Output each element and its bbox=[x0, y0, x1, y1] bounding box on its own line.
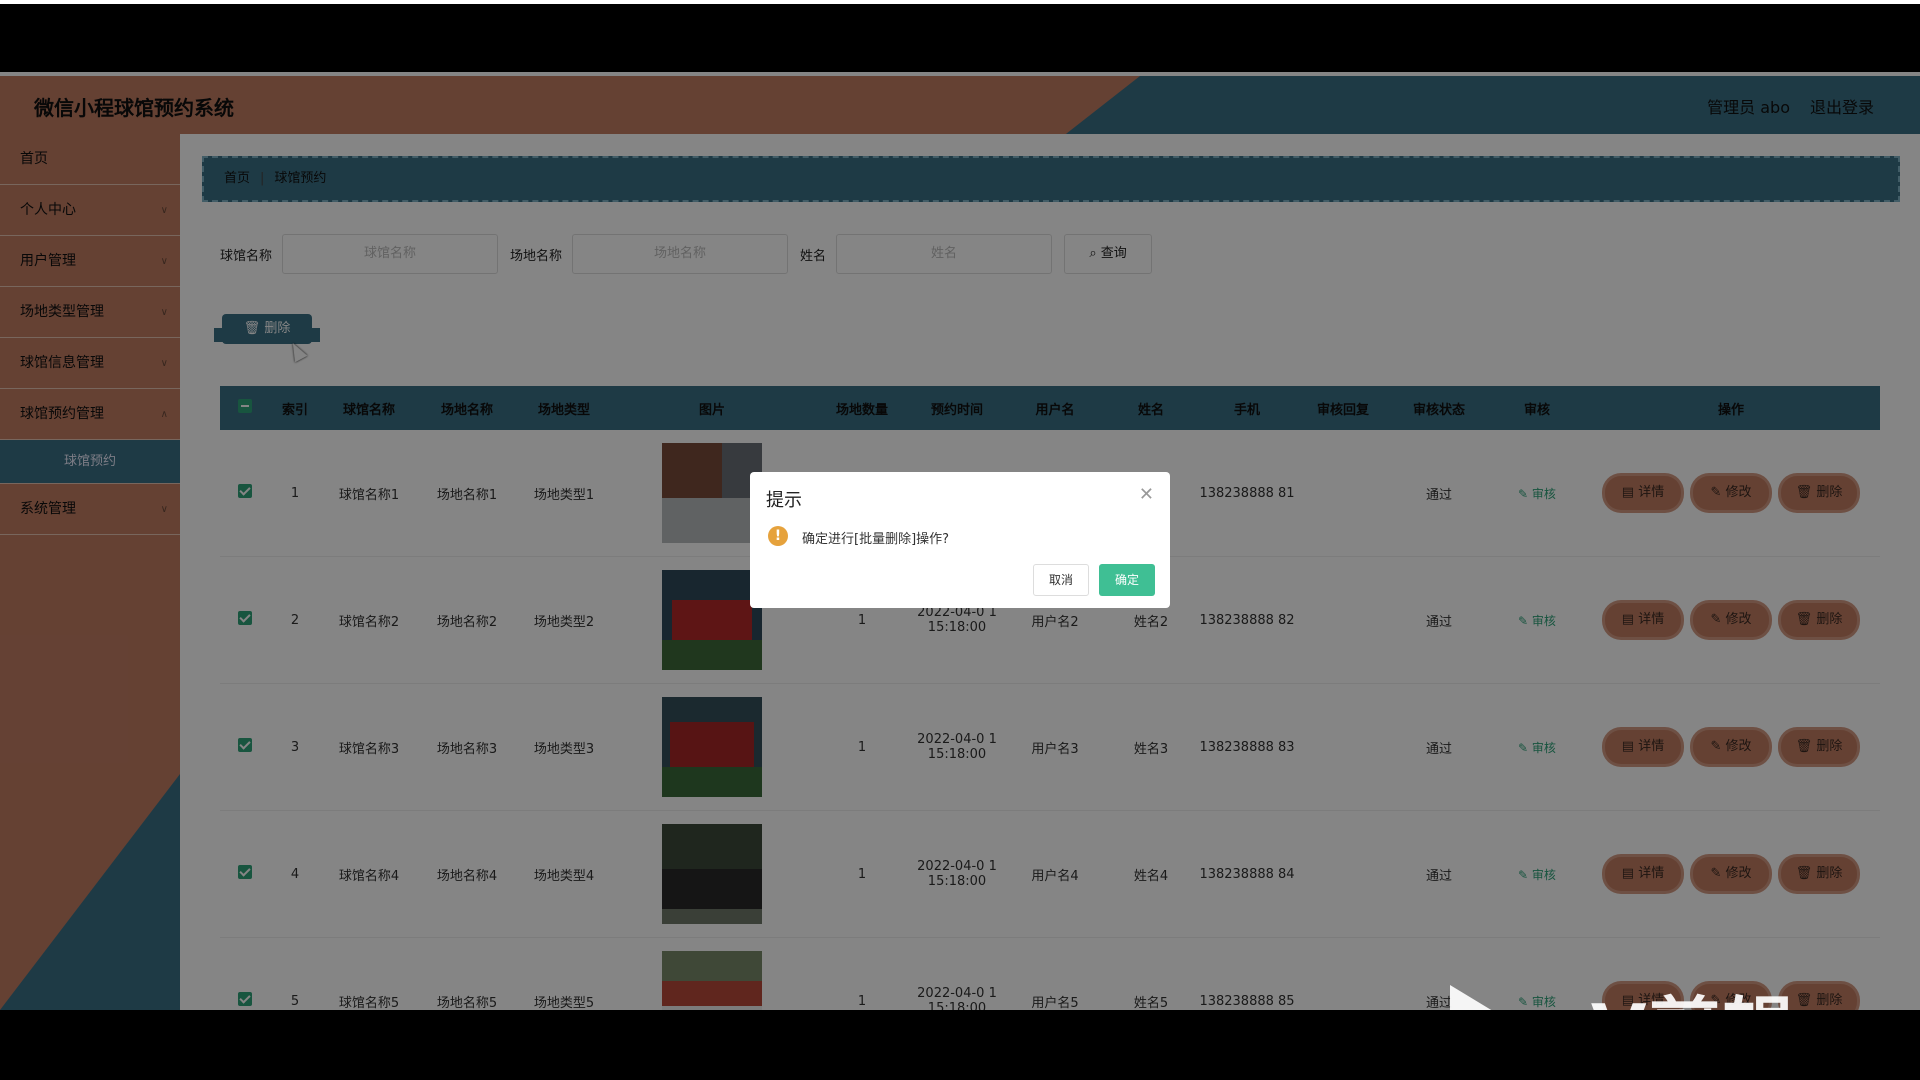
watermark: eV剪辑 bbox=[1450, 972, 1797, 1010]
watermark-text: eV剪辑 bbox=[1540, 972, 1797, 1010]
dialog-title: 提示 bbox=[766, 490, 802, 511]
cancel-button[interactable]: 取消 bbox=[1033, 564, 1089, 596]
warning-icon: ! bbox=[768, 526, 788, 546]
close-icon[interactable]: ✕ bbox=[1139, 484, 1154, 505]
app-frame: 微信小程球馆预约系统 管理员 abo 退出登录 首页 个人中心 ∨ 用户管理 ∨ 场… bbox=[0, 72, 1920, 1010]
top-white-bar bbox=[0, 0, 1920, 4]
confirm-button[interactable]: 确定 bbox=[1099, 564, 1155, 596]
play-icon bbox=[1450, 984, 1516, 1010]
confirm-dialog: 提示 ✕ ! 确定进行[批量删除]操作? 取消 确定 bbox=[750, 472, 1170, 608]
dialog-message: 确定进行[批量删除]操作? bbox=[802, 532, 950, 547]
